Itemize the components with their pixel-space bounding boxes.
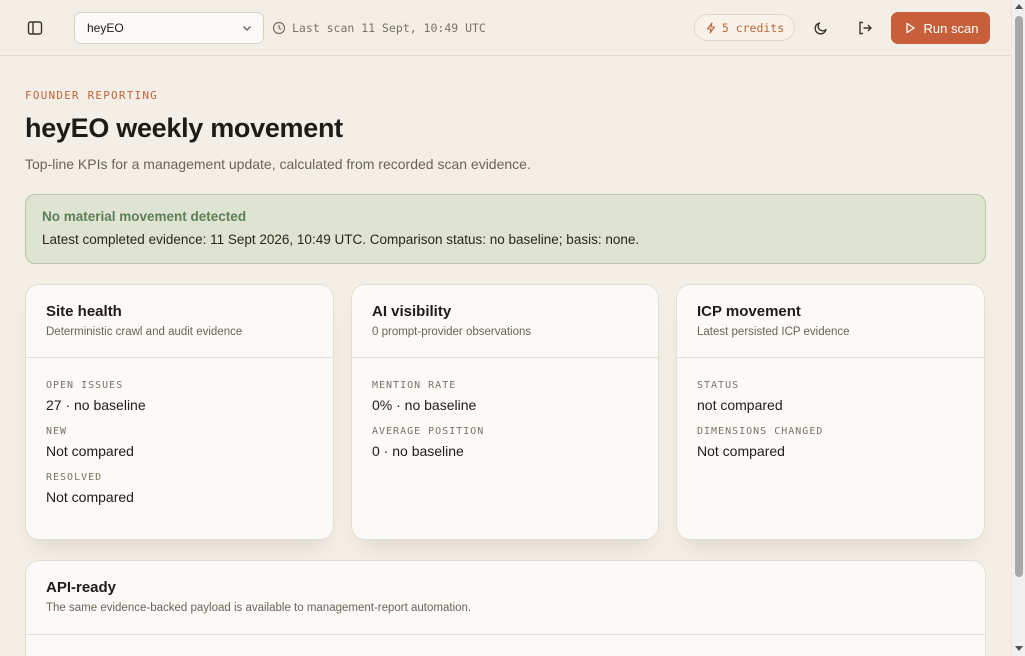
page-eyebrow: FOUNDER REPORTING bbox=[25, 89, 158, 102]
ai-visibility-card: AI visibility 0 prompt-provider observat… bbox=[351, 284, 659, 540]
credits-badge[interactable]: 5 credits bbox=[694, 14, 795, 41]
site-health-card: Site health Deterministic crawl and audi… bbox=[25, 284, 334, 540]
metric-value: not compared bbox=[697, 397, 783, 413]
vertical-scrollbar[interactable] bbox=[1011, 0, 1025, 656]
metric-label: MENTION RATE bbox=[372, 380, 457, 391]
card-header: AI visibility 0 prompt-provider observat… bbox=[352, 285, 658, 358]
page-title: heyEO weekly movement bbox=[25, 113, 343, 143]
metric-average-position: AVERAGE POSITION 0 · no baseline bbox=[372, 426, 638, 459]
card-header: ICP movement Latest persisted ICP eviden… bbox=[677, 285, 984, 358]
metric-label: AVERAGE POSITION bbox=[372, 426, 485, 437]
metric-label: OPEN ISSUES bbox=[46, 380, 124, 391]
metric-value: 0 · no baseline bbox=[372, 443, 464, 459]
metric-status: STATUS not compared bbox=[697, 380, 964, 413]
scroll-up-arrow-icon[interactable] bbox=[1015, 4, 1023, 9]
metric-value: 0% · no baseline bbox=[372, 397, 477, 413]
last-scan-status: Last scan 11 Sept, 10:49 UTC bbox=[272, 19, 486, 37]
card-body: OPEN ISSUES 27 · no baseline NEW Not com… bbox=[26, 358, 333, 505]
metric-dimensions-changed: DIMENSIONS CHANGED Not compared bbox=[697, 426, 964, 459]
sidebar-toggle-button[interactable] bbox=[19, 12, 51, 44]
top-bar: heyEO Last scan 11 Sept, 10:49 UTC 5 cre… bbox=[0, 0, 1011, 56]
metric-value: Not compared bbox=[697, 443, 785, 459]
metric-label: RESOLVED bbox=[46, 472, 103, 483]
metric-label: DIMENSIONS CHANGED bbox=[697, 426, 824, 437]
alert-body: Latest completed evidence: 11 Sept 2026,… bbox=[42, 232, 640, 247]
card-description: Deterministic crawl and audit evidence bbox=[46, 326, 243, 338]
last-scan-text: Last scan 11 Sept, 10:49 UTC bbox=[292, 21, 486, 35]
credits-text: 5 credits bbox=[721, 20, 785, 35]
project-select-label: heyEO bbox=[87, 21, 124, 35]
card-description: The same evidence-backed payload is avai… bbox=[46, 602, 472, 614]
metric-resolved: RESOLVED Not compared bbox=[46, 472, 313, 505]
card-body: STATUS not compared DIMENSIONS CHANGED N… bbox=[677, 358, 984, 459]
card-title: AI visibility bbox=[372, 303, 452, 320]
metric-value: Not compared bbox=[46, 489, 134, 505]
logout-button[interactable] bbox=[849, 12, 881, 44]
play-icon bbox=[905, 22, 915, 34]
metric-value: Not compared bbox=[46, 443, 134, 459]
clock-icon bbox=[272, 21, 286, 35]
metric-new: NEW Not compared bbox=[46, 426, 313, 459]
card-header: API-ready The same evidence-backed paylo… bbox=[26, 561, 985, 635]
metric-label: STATUS bbox=[697, 380, 740, 391]
metric-open-issues: OPEN ISSUES 27 · no baseline bbox=[46, 380, 313, 413]
scrollbar-thumb[interactable] bbox=[1015, 16, 1023, 577]
card-header: Site health Deterministic crawl and audi… bbox=[26, 285, 333, 358]
icp-movement-card: ICP movement Latest persisted ICP eviden… bbox=[676, 284, 985, 540]
card-title: Site health bbox=[46, 303, 122, 320]
page-subtitle: Top-line KPIs for a management update, c… bbox=[25, 156, 531, 172]
lightning-icon bbox=[706, 21, 715, 34]
card-body: MENTION RATE 0% · no baseline AVERAGE PO… bbox=[352, 358, 658, 459]
api-ready-card: API-ready The same evidence-backed paylo… bbox=[25, 560, 986, 656]
movement-alert: No material movement detected Latest com… bbox=[25, 194, 986, 264]
chevron-down-icon bbox=[243, 26, 251, 31]
alert-title: No material movement detected bbox=[42, 209, 247, 224]
card-description: Latest persisted ICP evidence bbox=[697, 326, 850, 338]
sidebar-icon bbox=[27, 21, 43, 35]
card-title: ICP movement bbox=[697, 303, 801, 320]
theme-toggle-button[interactable] bbox=[805, 12, 837, 44]
metric-value: 27 · no baseline bbox=[46, 397, 146, 413]
moon-icon bbox=[814, 22, 827, 35]
logout-icon bbox=[859, 21, 872, 35]
card-description: 0 prompt-provider observations bbox=[372, 326, 532, 338]
project-select[interactable]: heyEO bbox=[74, 12, 264, 44]
run-scan-button[interactable]: Run scan bbox=[891, 12, 990, 44]
metric-mention-rate: MENTION RATE 0% · no baseline bbox=[372, 380, 638, 413]
metric-label: NEW bbox=[46, 426, 68, 437]
card-title: API-ready bbox=[46, 579, 117, 596]
scroll-down-arrow-icon[interactable] bbox=[1015, 646, 1023, 651]
run-scan-label: Run scan bbox=[923, 20, 979, 36]
